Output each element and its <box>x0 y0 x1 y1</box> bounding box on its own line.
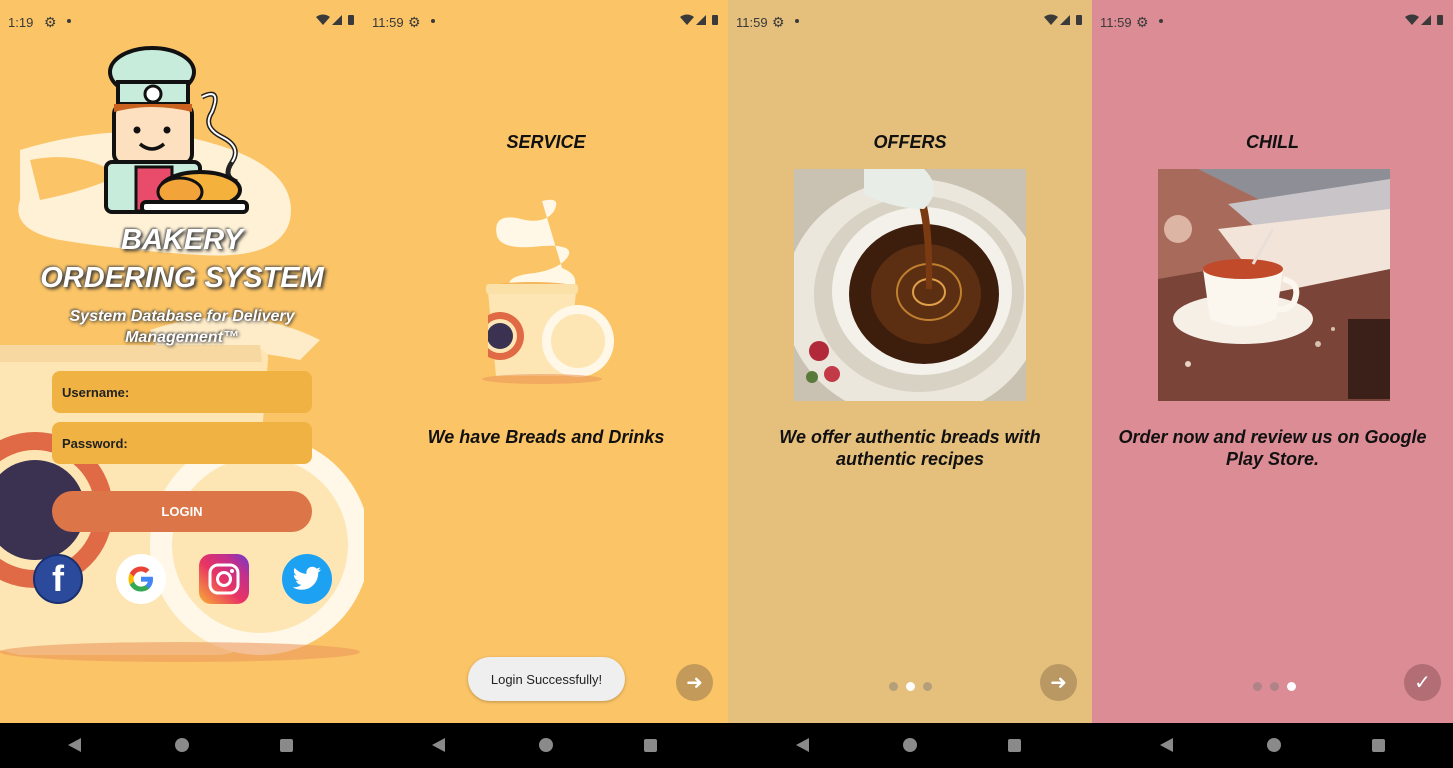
status-bar: 11:59 ⚙ <box>364 0 728 44</box>
slide-description: We offer authentic breads with authentic… <box>779 427 1041 469</box>
gear-icon: ⚙ <box>1136 14 1149 30</box>
back-icon[interactable] <box>68 738 81 752</box>
status-time: 1:19 <box>8 15 34 30</box>
facebook-icon[interactable]: f <box>33 554 83 604</box>
page-indicator <box>1253 682 1296 691</box>
recent-apps-icon[interactable] <box>280 739 293 752</box>
coffee-pour-image <box>794 169 1026 401</box>
toast-message: Login Successfully! <box>468 657 625 701</box>
signal-battery-icon <box>680 14 720 29</box>
notification-dot-icon <box>1159 19 1163 23</box>
status-time: 11:59 <box>736 15 768 30</box>
signal-battery-icon <box>316 14 356 29</box>
status-time: 11:59 <box>1100 15 1132 30</box>
home-icon[interactable] <box>539 738 553 752</box>
status-bar: 1:19 ⚙ <box>0 0 364 44</box>
page-dot-2 <box>1270 682 1279 691</box>
recent-apps-icon[interactable] <box>644 739 657 752</box>
notification-dot-icon <box>795 19 799 23</box>
next-button[interactable]: ➜ <box>676 664 713 701</box>
recent-apps-icon[interactable] <box>1372 739 1385 752</box>
coffee-cup-illustration <box>482 199 614 384</box>
signal-battery-icon <box>1044 14 1084 29</box>
chef-logo <box>104 46 249 214</box>
checkmark-icon: ✓ <box>1414 672 1431 694</box>
username-input[interactable] <box>52 371 312 413</box>
navigation-bar <box>0 723 364 768</box>
password-input[interactable] <box>52 422 312 464</box>
password-field[interactable] <box>52 422 312 464</box>
chill-screen: CHILL Order now and review us on Google … <box>1092 0 1453 768</box>
navigation-bar <box>1092 723 1453 768</box>
back-icon[interactable] <box>1160 738 1173 752</box>
slide-description: Order now and review us on Google Play S… <box>1118 427 1427 469</box>
google-icon[interactable] <box>116 554 166 604</box>
twitter-icon[interactable] <box>282 554 332 604</box>
status-bar: 11:59 ⚙ <box>728 0 1092 44</box>
signal-battery-icon <box>1405 14 1445 29</box>
navigation-bar <box>364 723 728 768</box>
app-subtitle: System Database for Delivery Management™ <box>69 308 295 346</box>
home-icon[interactable] <box>175 738 189 752</box>
gear-icon: ⚙ <box>408 14 421 30</box>
login-button[interactable]: LOGIN <box>52 491 312 532</box>
gear-icon: ⚙ <box>772 14 785 30</box>
notification-dot-icon <box>67 19 71 23</box>
login-screen: BAKERY ORDERING SYSTEM System Database f… <box>0 0 364 768</box>
back-icon[interactable] <box>432 738 445 752</box>
gear-icon: ⚙ <box>44 14 57 30</box>
notification-dot-icon <box>431 19 435 23</box>
status-bar: 11:59 ⚙ <box>1092 0 1453 44</box>
home-icon[interactable] <box>903 738 917 752</box>
app-title-line1: BAKERY <box>121 224 243 256</box>
recent-apps-icon[interactable] <box>1008 739 1021 752</box>
page-dot-3 <box>1287 682 1296 691</box>
arrow-right-icon: ➜ <box>686 672 703 694</box>
slide-title: SERVICE <box>506 132 586 152</box>
arrow-right-icon: ➜ <box>1050 672 1067 694</box>
back-icon[interactable] <box>796 738 809 752</box>
username-field[interactable] <box>52 371 312 413</box>
status-time: 11:59 <box>372 15 404 30</box>
page-dot-1 <box>889 682 898 691</box>
home-icon[interactable] <box>1267 738 1281 752</box>
page-dot-3 <box>923 682 932 691</box>
page-indicator <box>889 682 932 691</box>
slide-description: We have Breads and Drinks <box>427 427 665 447</box>
app-title-line2: ORDERING SYSTEM <box>40 262 324 294</box>
next-button[interactable]: ➜ <box>1040 664 1077 701</box>
offers-screen: OFFERS We offer authentic breads with au… <box>728 0 1092 768</box>
instagram-icon[interactable] <box>199 554 249 604</box>
service-screen: SERVICE We have Breads and Drinks Login … <box>364 0 728 768</box>
page-dot-1 <box>1253 682 1262 691</box>
page-dot-2 <box>906 682 915 691</box>
navigation-bar <box>728 723 1092 768</box>
slide-title: OFFERS <box>873 132 947 152</box>
tea-and-laptop-image <box>1158 169 1390 401</box>
slide-title: CHILL <box>1246 132 1299 152</box>
done-button[interactable]: ✓ <box>1404 664 1441 701</box>
